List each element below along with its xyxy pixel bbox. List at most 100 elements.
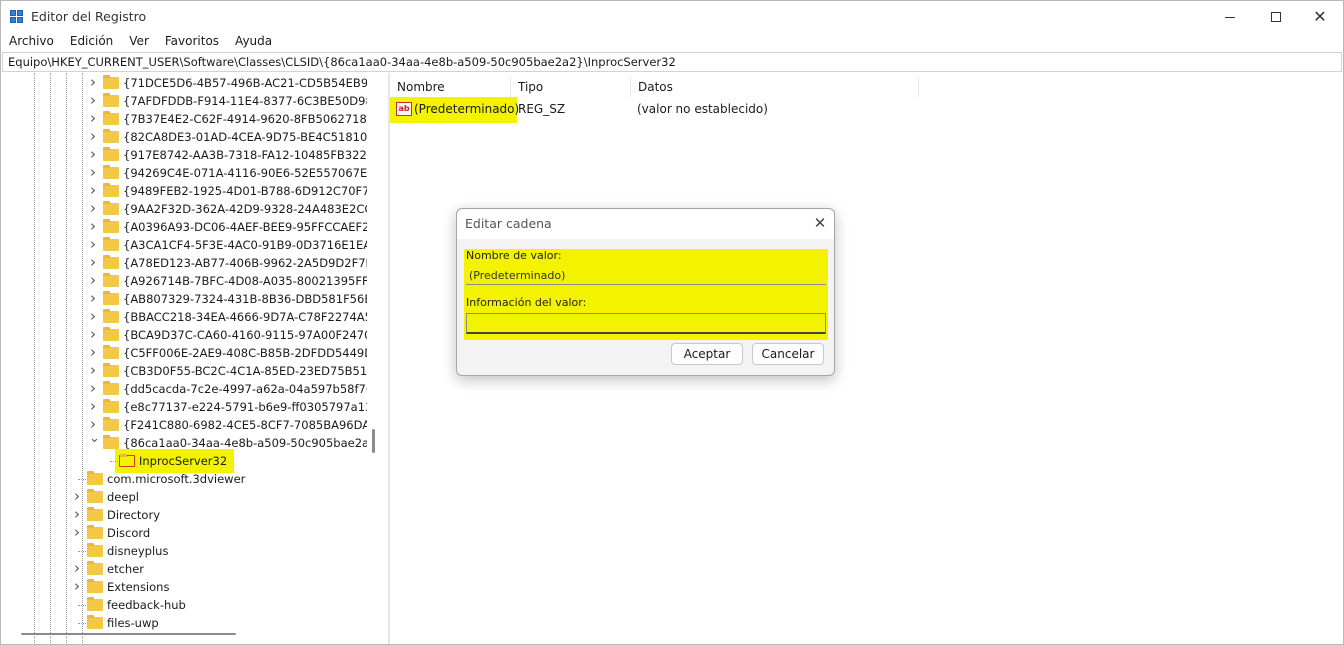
menu-edicion[interactable]: Edición: [62, 33, 121, 52]
value-data-input[interactable]: [466, 313, 826, 334]
title-bar: Editor del Registro ✕: [1, 1, 1343, 33]
chevron-right-icon[interactable]: ›: [89, 307, 97, 325]
tree-key-clsid[interactable]: › {9AA2F32D-362A-42D9-9328-24A483E2CCC3}: [3, 199, 367, 218]
chevron-right-icon[interactable]: ›: [89, 163, 97, 181]
chevron-right-icon[interactable]: ›: [89, 397, 97, 415]
registry-editor-window: Editor del Registro ✕ Archivo Edición Ve…: [0, 0, 1344, 645]
folder-icon: [103, 255, 119, 269]
chevron-right-icon[interactable]: ›: [73, 487, 81, 505]
tree-key-clsid[interactable]: › {82CA8DE3-01AD-4CEA-9D75-BE4C51810A9E}: [3, 127, 367, 146]
tree-key-label: {e8c77137-e224-5791-b6e9-ff0305797a13}: [123, 400, 367, 414]
menu-archivo[interactable]: Archivo: [1, 33, 62, 52]
tree-key-class[interactable]: com.microsoft.3dviewer: [3, 470, 367, 488]
column-header-tipo[interactable]: Tipo: [511, 77, 631, 97]
tree-key-class[interactable]: disneyplus: [3, 542, 367, 560]
tree-key-class[interactable]: › Discord: [3, 523, 367, 542]
tree-key-clsid[interactable]: › {94269C4E-071A-4116-90E6-52E557067E4E}: [3, 163, 367, 182]
tree-key-label: disneyplus: [107, 544, 169, 558]
tree-key-class[interactable]: › deepl: [3, 487, 367, 506]
tree-key-class[interactable]: › etcher: [3, 559, 367, 578]
tree-key-label: {BCA9D37C-CA60-4160-9115-97A00F24702D}: [123, 328, 367, 342]
dialog-close-icon[interactable]: ✕: [811, 214, 829, 232]
tree-key-class[interactable]: › Directory: [3, 505, 367, 524]
tree-vertical-scrollbar[interactable]: [372, 429, 375, 453]
value-row[interactable]: ab (Predeterminado) REG_SZ (valor no est…: [390, 97, 990, 123]
chevron-right-icon[interactable]: ›: [89, 217, 97, 235]
menu-ver[interactable]: Ver: [121, 33, 157, 52]
chevron-right-icon[interactable]: ›: [89, 253, 97, 271]
tree-key-clsid[interactable]: › {AB807329-7324-431B-8B36-DBD581F56E0B}: [3, 289, 367, 308]
tree-key-class[interactable]: › Extensions: [3, 577, 367, 596]
tree-key-clsid[interactable]: › {BBACC218-34EA-4666-9D7A-C78F2274A524}: [3, 307, 367, 326]
tree-key-clsid[interactable]: › {CB3D0F55-BC2C-4C1A-85ED-23ED75B5106B}: [3, 361, 367, 380]
chevron-right-icon[interactable]: ›: [89, 361, 97, 379]
chevron-down-icon[interactable]: ⌄: [89, 430, 100, 448]
folder-icon: [103, 75, 119, 89]
tree-key-clsid[interactable]: › {A78ED123-AB77-406B-9962-2A5D9D2F7F30}: [3, 253, 367, 272]
tree-key-clsid[interactable]: › {BCA9D37C-CA60-4160-9115-97A00F24702D}: [3, 325, 367, 344]
tree-key-clsid[interactable]: › {A0396A93-DC06-4AEF-BEE9-95FFCCAEF20E}: [3, 217, 367, 236]
tree-key-label: {9AA2F32D-362A-42D9-9328-24A483E2CCC3}: [123, 202, 367, 216]
close-button[interactable]: ✕: [1297, 1, 1343, 33]
value-name-label: Nombre de valor:: [466, 249, 562, 262]
chevron-right-icon[interactable]: ›: [73, 505, 81, 523]
tree-key-clsid[interactable]: › {7AFDFDDB-F914-11E4-8377-6C3BE50D980C}: [3, 91, 367, 110]
cancel-button[interactable]: Cancelar: [752, 343, 824, 365]
menu-bar: Archivo Edición Ver Favoritos Ayuda: [1, 33, 1343, 52]
chevron-right-icon[interactable]: ›: [89, 343, 97, 361]
edit-string-dialog: Editar cadena ✕ Nombre de valor: (Predet…: [456, 208, 835, 376]
folder-icon: [103, 399, 119, 413]
chevron-right-icon[interactable]: ›: [89, 289, 97, 307]
maximize-button[interactable]: [1253, 1, 1299, 33]
chevron-right-icon[interactable]: ›: [89, 127, 97, 145]
folder-icon: [103, 417, 119, 431]
chevron-right-icon[interactable]: ›: [73, 523, 81, 541]
chevron-right-icon[interactable]: ›: [89, 145, 97, 163]
tree-key-label: Directory: [107, 508, 161, 522]
accept-button[interactable]: Aceptar: [671, 343, 743, 365]
tree-key-label: files-uwp: [107, 616, 159, 630]
chevron-right-icon[interactable]: ›: [89, 199, 97, 217]
tree-key-clsid[interactable]: › {dd5cacda-7c2e-4997-a62a-04a597b58f76}: [3, 379, 367, 398]
chevron-right-icon[interactable]: ›: [89, 379, 97, 397]
chevron-right-icon[interactable]: ›: [89, 325, 97, 343]
tree-key-clsid[interactable]: › {7B37E4E2-C62F-4914-9620-8FB5062718CC}: [3, 109, 367, 128]
tree-key-clsid[interactable]: › {A926714B-7BFC-4D08-A035-80021395FFA8}: [3, 271, 367, 290]
tree-key-clsid[interactable]: › {e8c77137-e224-5791-b6e9-ff0305797a13}: [3, 397, 367, 416]
key-tree[interactable]: ›{71DCE5D6-4B57-496B-AC21-CD5B54EB93FD}›…: [3, 73, 367, 643]
tree-key-class[interactable]: feedback-hub: [3, 596, 367, 614]
chevron-right-icon[interactable]: ›: [89, 271, 97, 289]
tree-key-clsid[interactable]: › {917E8742-AA3B-7318-FA12-10485FB322A2}: [3, 145, 367, 164]
chevron-right-icon[interactable]: ›: [73, 577, 81, 595]
chevron-right-icon[interactable]: ›: [89, 235, 97, 253]
tree-horizontal-scrollbar[interactable]: [21, 633, 236, 635]
window-title: Editor del Registro: [31, 9, 147, 24]
minimize-button[interactable]: [1207, 1, 1253, 33]
menu-ayuda[interactable]: Ayuda: [227, 33, 280, 52]
tree-key-clsid[interactable]: › {C5FF006E-2AE9-408C-B85B-2DFDD5449D9C}: [3, 343, 367, 362]
chevron-right-icon[interactable]: ›: [73, 559, 81, 577]
chevron-right-icon[interactable]: ›: [89, 181, 97, 199]
folder-icon: [103, 129, 119, 143]
chevron-right-icon[interactable]: ›: [89, 73, 97, 91]
tree-key-label: InprocServer32: [139, 454, 228, 468]
column-header-nombre[interactable]: Nombre: [390, 77, 511, 97]
tree-key-inprocserver32[interactable]: InprocServer32: [3, 449, 367, 473]
folder-icon: [119, 454, 135, 467]
chevron-right-icon[interactable]: ›: [89, 109, 97, 127]
tree-key-clsid[interactable]: › {F241C880-6982-4CE5-8CF7-7085BA96DA5A}: [3, 415, 367, 434]
tree-key-clsid[interactable]: › {A3CA1CF4-5F3E-4AC0-91B9-0D3716E1EAC3}: [3, 235, 367, 254]
string-value-icon: ab: [396, 102, 412, 116]
tree-key-clsid[interactable]: › {9489FEB2-1925-4D01-B788-6D912C70F7F2}: [3, 181, 367, 200]
menu-favoritos[interactable]: Favoritos: [157, 33, 227, 52]
tree-key-label: {917E8742-AA3B-7318-FA12-10485FB322A2}: [123, 148, 367, 162]
chevron-right-icon[interactable]: ›: [89, 91, 97, 109]
folder-icon: [87, 579, 103, 593]
column-header-datos[interactable]: Datos: [631, 77, 919, 97]
tree-key-class[interactable]: files-uwp: [3, 614, 367, 632]
tree-key-clsid[interactable]: › {71DCE5D6-4B57-496B-AC21-CD5B54EB93FD}: [3, 73, 367, 92]
address-bar[interactable]: Equipo\HKEY_CURRENT_USER\Software\Classe…: [2, 52, 1342, 72]
tree-key-label: {C5FF006E-2AE9-408C-B85B-2DFDD5449D9C}: [123, 346, 367, 360]
folder-icon: [103, 291, 119, 305]
tree-key-label: {BBACC218-34EA-4666-9D7A-C78F2274A524}: [123, 310, 367, 324]
